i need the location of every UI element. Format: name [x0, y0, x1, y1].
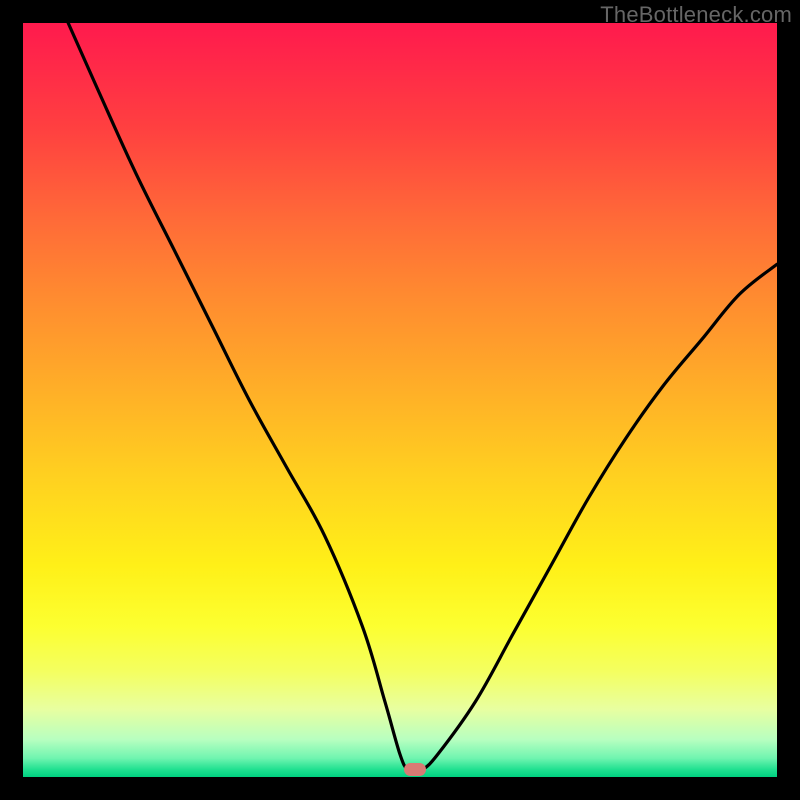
chart-frame: TheBottleneck.com	[0, 0, 800, 800]
bottleneck-curve	[23, 23, 777, 777]
minimum-marker	[404, 763, 426, 776]
plot-area	[23, 23, 777, 777]
